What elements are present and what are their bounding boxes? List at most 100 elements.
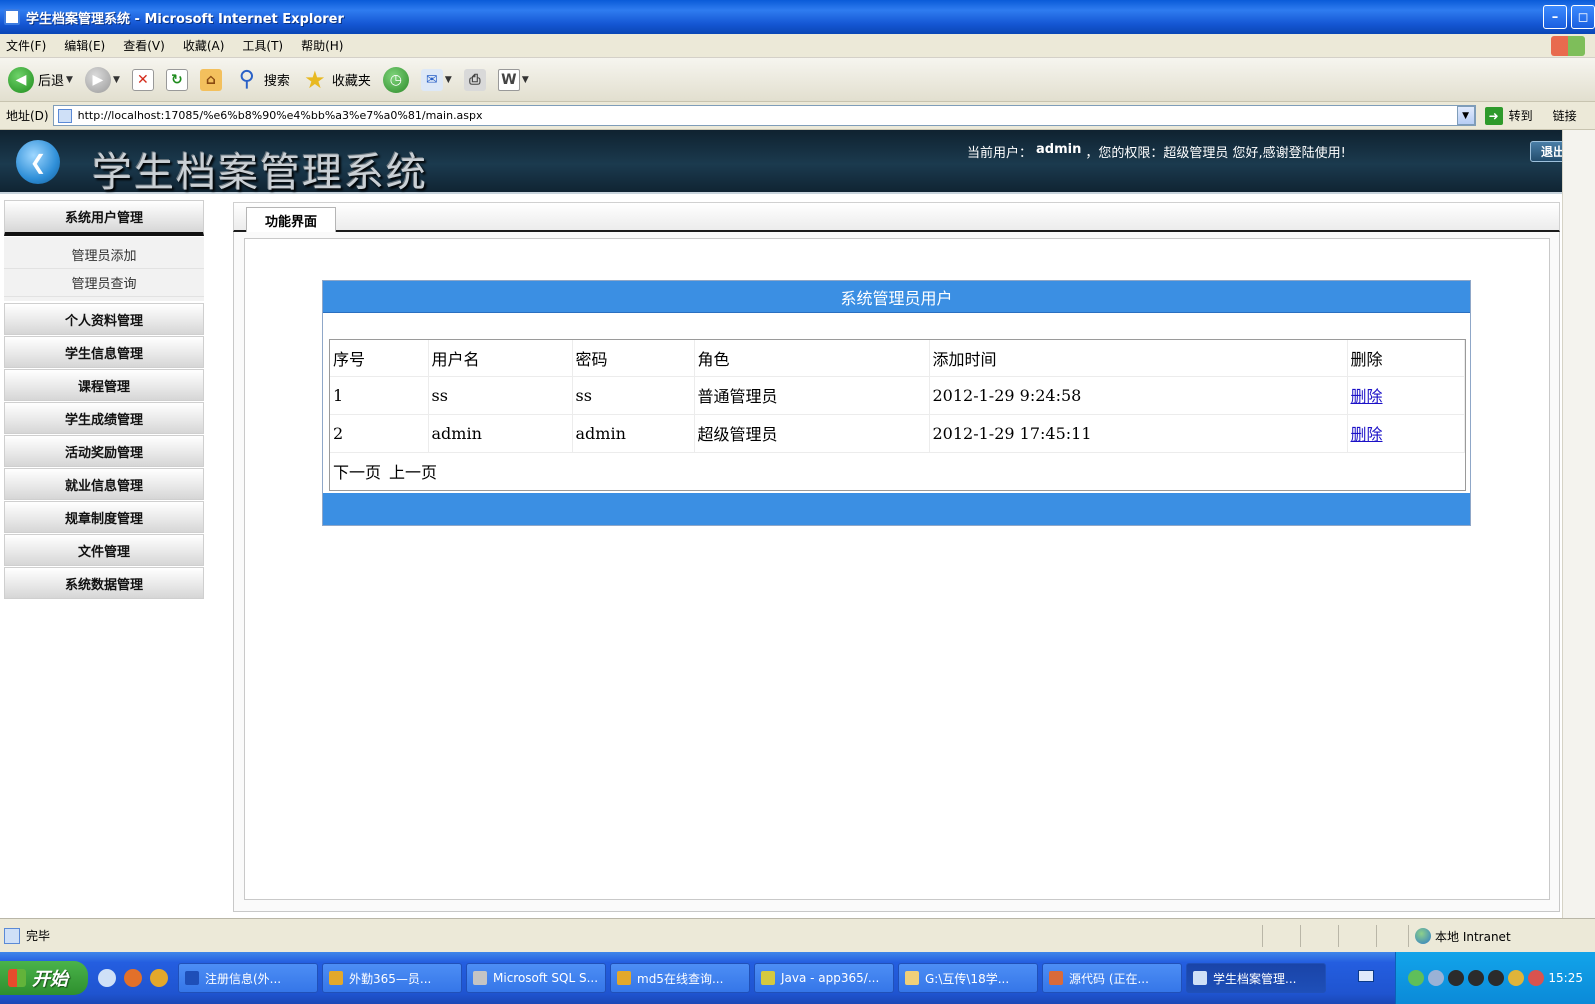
sidebar-section-awards[interactable]: 活动奖励管理 xyxy=(4,435,204,467)
ie-page-icon xyxy=(4,9,20,25)
sidebar-item-admin-query[interactable]: 管理员查询 xyxy=(4,269,204,297)
go-button[interactable]: ➜ 转到 xyxy=(1484,106,1533,125)
firefox-icon[interactable] xyxy=(124,969,142,987)
menu-edit[interactable]: 编辑(E) xyxy=(64,37,105,54)
sidebar-section-student-info[interactable]: 学生信息管理 xyxy=(4,336,204,368)
taskbar-tasks: 注册信息(外... 外勤365—员... Microsoft SQL S... … xyxy=(178,963,1326,993)
search-button[interactable]: ⚲ 搜索 xyxy=(234,67,290,93)
history-button[interactable]: ◷ xyxy=(382,66,409,93)
site-title: 学生档案管理系统 xyxy=(92,150,428,196)
edit-icon: W xyxy=(497,68,520,91)
taskbar-item[interactable]: 源代码 (正在... xyxy=(1042,963,1182,993)
prev-page-link[interactable]: 上一页 xyxy=(389,463,437,482)
edit-dropdown-icon[interactable]: ▼ xyxy=(522,75,529,85)
favorites-button[interactable]: ★ 收藏夹 xyxy=(302,66,371,94)
column-header-password: 密码 xyxy=(572,340,695,377)
maximize-button[interactable]: ◻ xyxy=(1571,5,1595,29)
cell-username: ss xyxy=(428,376,573,415)
edit-button[interactable]: W ▼ xyxy=(497,68,529,91)
address-url: http://localhost:17085/%e6%b8%90%e4%bb%a… xyxy=(77,109,483,122)
logout-button[interactable]: 退出 xyxy=(1530,141,1562,162)
cell-password: admin xyxy=(572,414,695,453)
address-input[interactable]: http://localhost:17085/%e6%b8%90%e4%bb%a… xyxy=(52,105,1476,126)
cell-delete: 删除 xyxy=(1347,376,1465,415)
menu-favorites[interactable]: 收藏(A) xyxy=(183,37,225,54)
task-label: G:\互传\18学... xyxy=(925,971,1010,986)
forward-button[interactable]: ▶ ▼ xyxy=(84,66,120,93)
taskbar-item-active[interactable]: 学生档案管理... xyxy=(1186,963,1326,993)
back-button[interactable]: ◀ 后退 ▼ xyxy=(8,66,73,93)
show-desktop-icon[interactable] xyxy=(98,969,116,987)
sidebar-section-files[interactable]: 文件管理 xyxy=(4,534,204,566)
current-user-prefix: 当前用户： xyxy=(967,146,1033,161)
sidebar-section-system-users[interactable]: 系统用户管理 xyxy=(4,200,204,236)
taskbar-item[interactable]: G:\互传\18学... xyxy=(898,963,1038,993)
address-bar: 地址(D) http://localhost:17085/%e6%b8%90%e… xyxy=(0,102,1595,130)
menu-view[interactable]: 查看(V) xyxy=(123,37,165,54)
forward-dropdown-icon[interactable]: ▼ xyxy=(113,75,120,85)
back-arrow-icon: ◀ xyxy=(8,66,34,93)
vertical-scrollbar[interactable] xyxy=(1562,130,1595,918)
mail-dropdown-icon[interactable]: ▼ xyxy=(445,75,452,85)
back-dropdown-icon[interactable]: ▼ xyxy=(66,75,73,85)
task-label: Java - app365/... xyxy=(781,971,880,985)
sidebar-section-employment[interactable]: 就业信息管理 xyxy=(4,468,204,500)
status-divider xyxy=(1262,925,1263,947)
menu-help[interactable]: 帮助(H) xyxy=(301,37,343,54)
tab-bar: 功能界面 xyxy=(233,202,1560,233)
sidebar-section-course[interactable]: 课程管理 xyxy=(4,369,204,401)
qq-icon[interactable] xyxy=(1488,970,1504,986)
window-title: 学生档案管理系统 - Microsoft Internet Explorer xyxy=(26,11,344,27)
stop-button[interactable]: ✕ xyxy=(131,68,154,91)
search-tray-icon[interactable] xyxy=(1428,970,1444,986)
table-row: 1 ss ss 普通管理员 2012-1-29 9:24:58 删除 xyxy=(330,376,1465,415)
menu-file[interactable]: 文件(F) xyxy=(6,37,46,54)
taskbar-item[interactable]: md5在线查询... xyxy=(610,963,750,993)
sidebar-submenu: 管理员添加 管理员查询 xyxy=(4,237,204,301)
shield-icon[interactable] xyxy=(1508,970,1524,986)
home-icon: ⌂ xyxy=(199,68,222,91)
sidebar-item-admin-add[interactable]: 管理员添加 xyxy=(4,241,204,269)
next-page-link[interactable]: 下一页 xyxy=(333,463,381,482)
qq-icon[interactable] xyxy=(1448,970,1464,986)
delete-link[interactable]: 删除 xyxy=(1351,425,1383,444)
sidebar-section-system-data[interactable]: 系统数据管理 xyxy=(4,567,204,599)
status-divider xyxy=(1376,925,1377,947)
status-page-icon xyxy=(4,927,20,944)
menu-bar: 文件(F) 编辑(E) 查看(V) 收藏(A) 工具(T) 帮助(H) xyxy=(0,34,1595,58)
sidebar-section-grades[interactable]: 学生成绩管理 xyxy=(4,402,204,434)
back-label: 后退 xyxy=(38,74,65,89)
address-dropdown-icon[interactable]: ▼ xyxy=(1456,106,1475,125)
user-info: 当前用户： admin ，您的权限：超级管理员 您好,感谢登陆使用! xyxy=(967,142,1346,161)
keyboard-icon[interactable] xyxy=(1358,970,1374,982)
refresh-button[interactable]: ↻ xyxy=(165,68,188,91)
delete-link[interactable]: 删除 xyxy=(1351,387,1383,406)
refresh-icon: ↻ xyxy=(165,68,188,91)
print-button[interactable]: ⎙ xyxy=(463,68,486,91)
network-icon[interactable] xyxy=(1408,970,1424,986)
taskbar-item[interactable]: Java - app365/... xyxy=(754,963,894,993)
sidebar-section-regulations[interactable]: 规章制度管理 xyxy=(4,501,204,533)
admin-users-box: 系统管理员用户 序号 用户名 密码 角色 添加时间 删除 1 ss ss 普通管… xyxy=(322,280,1471,526)
go-arrow-icon: ➜ xyxy=(1484,106,1503,125)
start-button[interactable]: 开始 xyxy=(0,961,88,995)
taskbar-item[interactable]: Microsoft SQL S... xyxy=(466,963,606,993)
qq-icon[interactable] xyxy=(1468,970,1484,986)
windows-flag-icon xyxy=(8,969,26,987)
home-button[interactable]: ⌂ xyxy=(199,68,222,91)
sidebar-section-profile[interactable]: 个人资料管理 xyxy=(4,303,204,335)
antivirus-icon[interactable] xyxy=(1528,970,1544,986)
history-icon: ◷ xyxy=(382,66,409,93)
chrome-icon[interactable] xyxy=(150,969,168,987)
eclipse-icon xyxy=(761,971,775,985)
minimize-button[interactable]: – xyxy=(1543,5,1567,29)
page-viewport: ❮ 学生档案管理系统 当前用户： admin ，您的权限：超级管理员 您好,感谢登陆… xyxy=(0,130,1562,918)
taskbar-item[interactable]: 外勤365—员... xyxy=(322,963,462,993)
taskbar-item[interactable]: 注册信息(外... xyxy=(178,963,318,993)
links-button[interactable]: 链接 xyxy=(1553,107,1577,124)
sql-server-icon xyxy=(473,971,487,985)
site-banner: ❮ 学生档案管理系统 当前用户： admin ，您的权限：超级管理员 您好,感谢登陆… xyxy=(0,130,1562,196)
tab-function[interactable]: 功能界面 xyxy=(246,207,336,233)
menu-tools[interactable]: 工具(T) xyxy=(242,37,283,54)
mail-button[interactable]: ✉ ▼ xyxy=(420,68,452,91)
